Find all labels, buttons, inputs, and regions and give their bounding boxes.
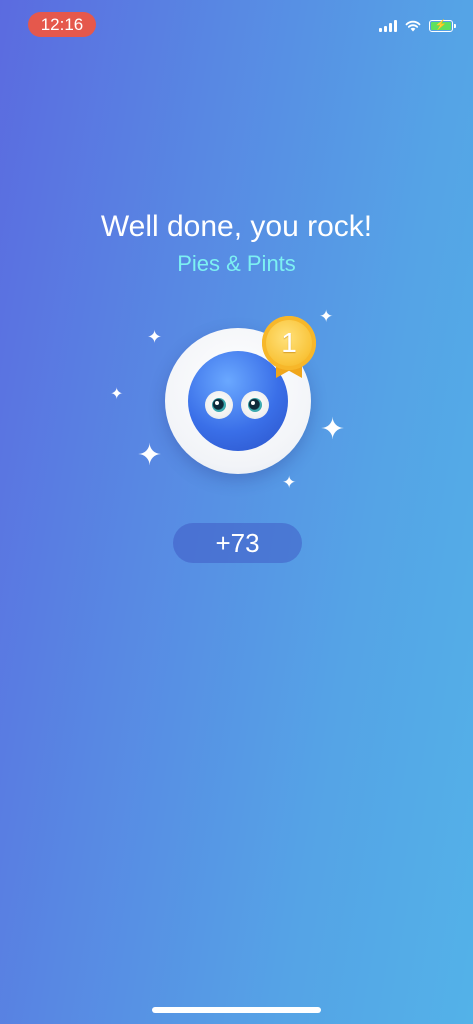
sparkle-icon: ✦ — [319, 307, 334, 327]
battery-charging-icon: ⚡ — [429, 20, 456, 32]
sparkle-icon: ✦ — [137, 438, 163, 473]
status-time: 12:16 — [28, 12, 96, 37]
points-badge: +73 — [173, 523, 302, 563]
sparkle-icon: ✦ — [147, 327, 163, 348]
home-indicator[interactable] — [152, 1007, 321, 1013]
wifi-icon — [405, 20, 421, 32]
right-eye — [241, 391, 269, 419]
rank-number: 1 — [281, 327, 297, 358]
quiz-name: Pies & Pints — [177, 251, 296, 276]
sparkle-icon: ✦ — [320, 412, 346, 447]
sparkle-icon: ✦ — [282, 473, 297, 493]
rank-medal-icon: 1 — [260, 316, 318, 380]
cellular-signal-icon — [379, 20, 397, 32]
sparkle-icon: ✦ — [110, 384, 124, 403]
left-eye — [205, 391, 233, 419]
status-icons: ⚡ — [379, 18, 456, 34]
result-title: Well done, you rock! — [100, 210, 373, 243]
